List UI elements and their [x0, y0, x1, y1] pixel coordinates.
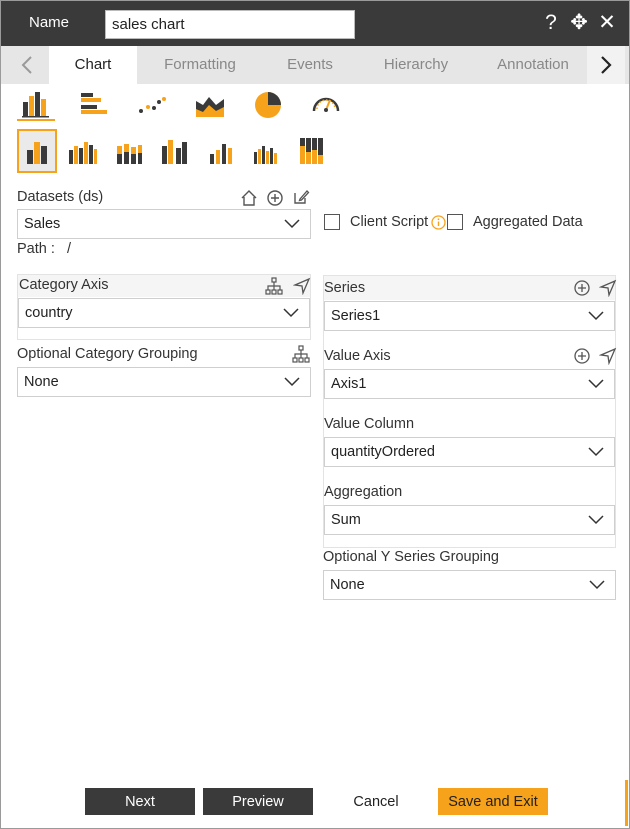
home-icon[interactable] — [240, 189, 258, 207]
navigate-icon[interactable] — [599, 279, 617, 297]
series-select[interactable]: Series1 — [324, 301, 615, 331]
multi-column-icon[interactable] — [155, 129, 195, 173]
value-axis-label: Value Axis — [324, 348, 391, 364]
aggregation-label: Aggregation — [324, 484, 403, 500]
bar-chart-icon[interactable] — [75, 89, 113, 121]
chevron-down-icon — [588, 515, 604, 525]
y-series-grouping-value: None — [330, 577, 365, 593]
aggregation-select[interactable]: Sum — [324, 505, 615, 535]
move-icon[interactable]: ✥ — [569, 12, 589, 34]
title-bar: Name ? ✥ ✕ — [1, 1, 629, 46]
series-value: Series1 — [331, 308, 381, 324]
chevron-right-icon — [601, 56, 612, 74]
chevron-down-icon — [283, 308, 299, 318]
chart-config-dialog: Name ? ✥ ✕ Chart Formatting Events Hiera… — [0, 0, 630, 829]
save-and-exit-button[interactable]: Save and Exit — [438, 788, 548, 815]
hierarchy-icon[interactable] — [265, 277, 283, 295]
value-column-value: quantityOrdered — [331, 444, 435, 460]
value-column-label: Value Column — [324, 416, 415, 432]
scatter-chart-icon[interactable] — [133, 89, 171, 121]
chevron-down-icon — [588, 447, 604, 457]
datasets-select-value: Sales — [24, 216, 61, 232]
stacked-column-icon[interactable] — [109, 129, 149, 173]
next-button[interactable]: Next — [85, 788, 195, 815]
category-axis-label: Category Axis — [19, 277, 109, 293]
tab-annotation[interactable]: Annotation — [475, 46, 591, 84]
chevron-down-icon — [589, 580, 605, 590]
value-axis-select[interactable]: Axis1 — [324, 369, 615, 399]
y-series-grouping-label: Optional Y Series Grouping — [323, 549, 499, 565]
close-icon[interactable]: ✕ — [597, 12, 617, 34]
tab-bar: Chart Formatting Events Hierarchy Annota… — [1, 46, 629, 84]
help-icon[interactable]: ? — [541, 12, 561, 34]
info-icon[interactable] — [431, 215, 446, 230]
clustered-column-icon[interactable] — [17, 129, 57, 173]
name-input[interactable] — [105, 10, 355, 39]
preview-button[interactable]: Preview — [203, 788, 313, 815]
area-chart-icon[interactable] — [191, 89, 229, 121]
cancel-button[interactable]: Cancel — [321, 788, 431, 815]
value-column-select[interactable]: quantityOrdered — [324, 437, 615, 467]
full-stacked-column-icon[interactable] — [293, 129, 333, 173]
client-script-checkbox[interactable] — [324, 214, 340, 230]
gauge-chart-icon[interactable] — [307, 89, 345, 121]
category-grouping-label: Optional Category Grouping — [17, 346, 198, 362]
chart-type-selector — [17, 89, 345, 121]
hierarchy-icon[interactable] — [292, 345, 310, 363]
edit-icon[interactable] — [292, 188, 310, 206]
navigate-icon[interactable] — [293, 277, 311, 295]
value-axis-value: Axis1 — [331, 376, 367, 392]
tab-events[interactable]: Events — [263, 46, 357, 84]
name-label: Name — [29, 14, 70, 31]
aggregated-data-checkbox[interactable] — [447, 214, 463, 230]
aggregated-data-label: Aggregated Data — [473, 214, 583, 230]
step-column-icon[interactable] — [201, 129, 241, 173]
grouped-column-icon[interactable] — [63, 129, 103, 173]
tab-hierarchy[interactable]: Hierarchy — [357, 46, 475, 84]
pie-chart-icon[interactable] — [249, 89, 287, 121]
chevron-down-icon — [284, 377, 300, 387]
tab-scroll-left-button[interactable] — [7, 46, 47, 84]
chart-variant-selector — [17, 129, 333, 173]
chevron-down-icon — [588, 379, 604, 389]
category-grouping-value: None — [24, 374, 59, 390]
add-axis-icon[interactable] — [573, 347, 591, 365]
category-axis-select[interactable]: country — [18, 298, 310, 328]
chevron-left-icon — [21, 56, 32, 74]
aggregation-value: Sum — [331, 512, 361, 528]
add-dataset-icon[interactable] — [266, 189, 284, 207]
title-icons: ? ✥ ✕ — [541, 12, 617, 34]
path-value: / — [67, 241, 72, 257]
tab-formatting[interactable]: Formatting — [137, 46, 263, 84]
series-label: Series — [324, 280, 366, 296]
add-series-icon[interactable] — [573, 279, 591, 297]
tabs: Chart Formatting Events Hierarchy Annota… — [49, 46, 591, 84]
category-axis-value: country — [25, 305, 73, 321]
chevron-down-icon — [588, 311, 604, 321]
series-header — [324, 276, 615, 300]
chevron-down-icon — [284, 219, 300, 229]
tab-scroll-right-button[interactable] — [587, 46, 625, 84]
path-label: Path : — [17, 241, 55, 257]
column-chart-icon[interactable] — [17, 89, 55, 121]
resize-handle[interactable] — [625, 780, 628, 826]
navigate-icon[interactable] — [599, 347, 617, 365]
datasets-select[interactable]: Sales — [17, 209, 311, 239]
datasets-label: Datasets (ds) — [17, 189, 104, 205]
client-script-label: Client Script — [350, 214, 429, 230]
tab-chart[interactable]: Chart — [49, 46, 137, 84]
small-multi-column-icon[interactable] — [247, 129, 287, 173]
y-series-grouping-select[interactable]: None — [323, 570, 616, 600]
category-grouping-select[interactable]: None — [17, 367, 311, 397]
